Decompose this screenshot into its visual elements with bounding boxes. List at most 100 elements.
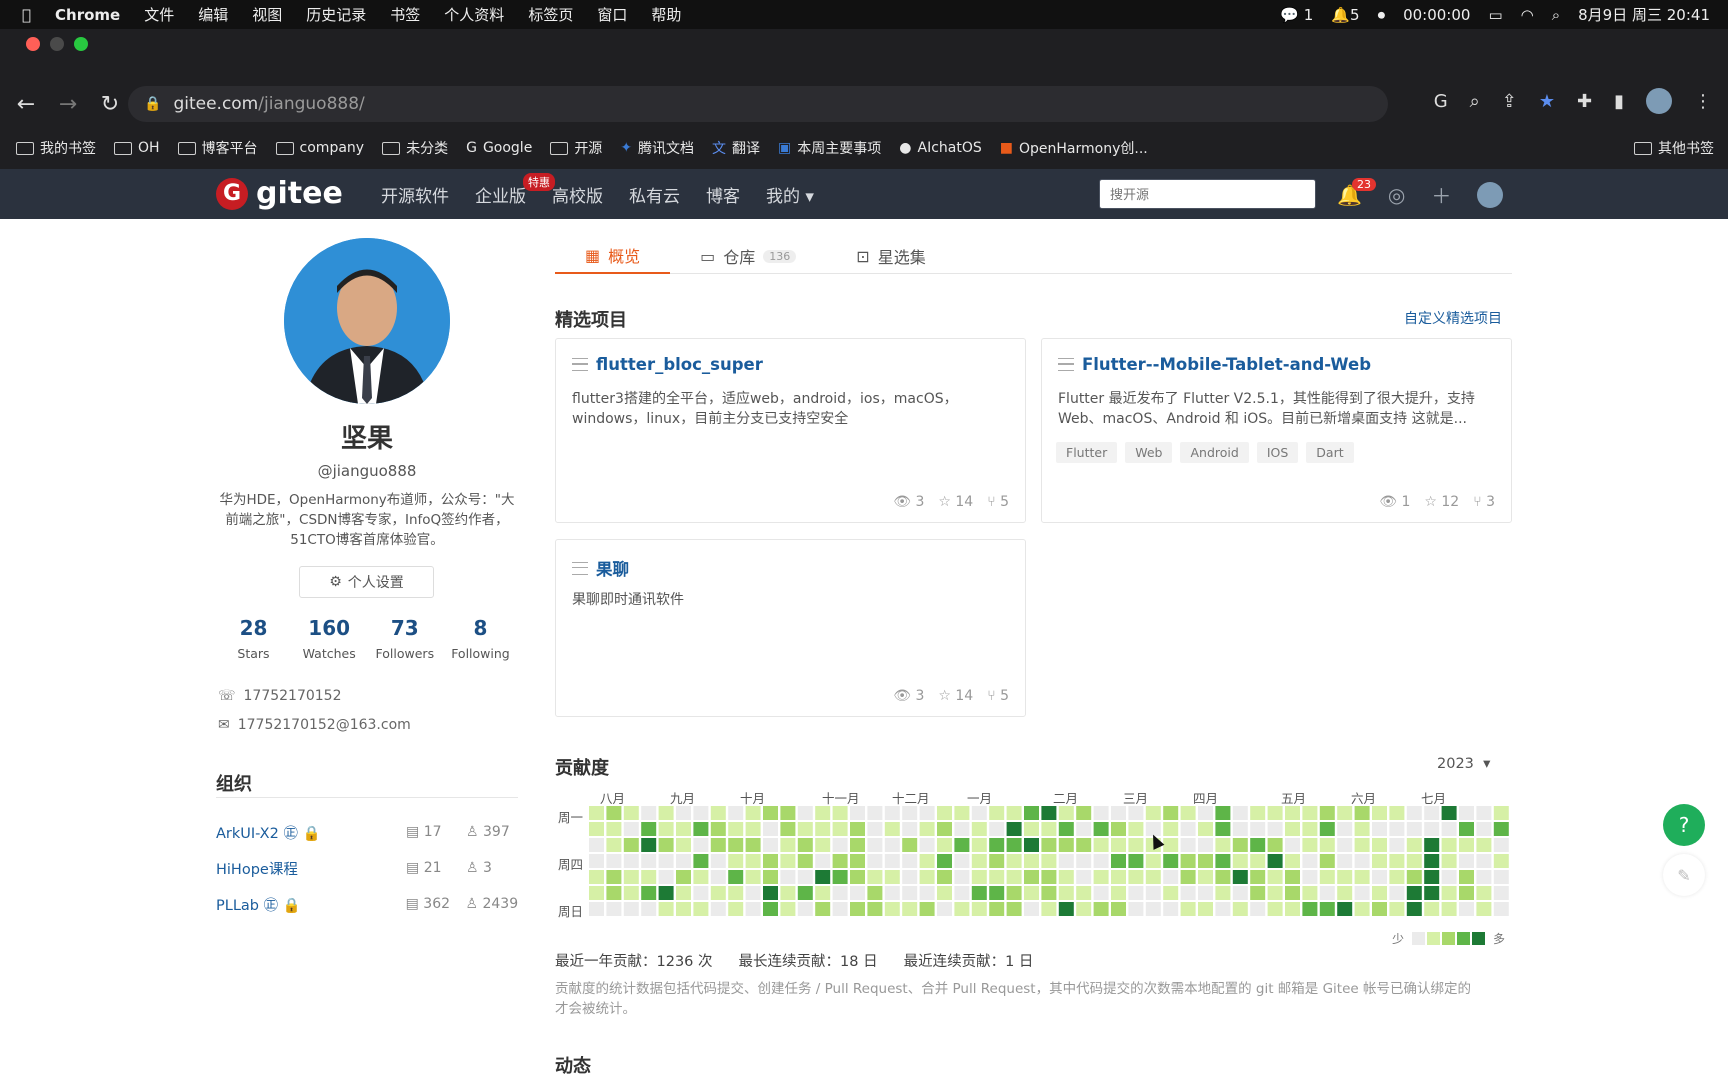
heatmap-cell[interactable] xyxy=(1250,822,1266,836)
heatmap-cell[interactable] xyxy=(1006,902,1022,916)
heatmap-cell[interactable] xyxy=(1302,870,1318,884)
heatmap-cell[interactable] xyxy=(763,822,778,836)
heatmap-cell[interactable] xyxy=(1163,870,1179,884)
heatmap-cell[interactable] xyxy=(1441,822,1457,836)
heatmap-cell[interactable] xyxy=(1319,870,1335,884)
gitee-logo[interactable]: Ggitee xyxy=(216,176,343,211)
heatmap-cell[interactable] xyxy=(937,886,952,900)
nav-mine[interactable]: 我的 ▾ xyxy=(766,182,814,207)
nav-enterprise[interactable]: 企业版 xyxy=(475,182,526,207)
forward-arrow-icon[interactable]: → xyxy=(52,92,84,117)
heatmap-cell[interactable] xyxy=(1372,870,1387,884)
menu-edit[interactable]: 编辑 xyxy=(198,4,228,25)
heatmap-cell[interactable] xyxy=(1372,806,1387,820)
heatmap-cell[interactable] xyxy=(989,854,1005,868)
heatmap-cell[interactable] xyxy=(693,870,709,884)
extensions-puzzle-icon[interactable]: ✚ xyxy=(1577,91,1592,112)
heatmap-cell[interactable] xyxy=(1354,886,1370,900)
heatmap-cell[interactable] xyxy=(815,806,831,820)
heatmap-cell[interactable] xyxy=(676,886,691,900)
bookmark-item[interactable]: 未分类 xyxy=(382,138,448,158)
heatmap-cell[interactable] xyxy=(658,886,674,900)
heatmap-cell[interactable] xyxy=(1389,854,1405,868)
heatmap-cell[interactable] xyxy=(1250,854,1266,868)
heatmap-cell[interactable] xyxy=(919,886,935,900)
heatmap-cell[interactable] xyxy=(971,886,987,900)
heatmap-cell[interactable] xyxy=(710,822,726,836)
heatmap-cell[interactable] xyxy=(867,838,883,852)
heatmap-cell[interactable] xyxy=(745,886,761,900)
heatmap-cell[interactable] xyxy=(1302,854,1318,868)
heatmap-cell[interactable] xyxy=(710,838,726,852)
heatmap-cell[interactable] xyxy=(728,886,744,900)
heatmap-cell[interactable] xyxy=(1372,822,1387,836)
heatmap-cell[interactable] xyxy=(1058,806,1074,820)
side-panel-icon[interactable]: ▮ xyxy=(1614,91,1624,112)
heatmap-cell[interactable] xyxy=(1006,838,1022,852)
heatmap-cell[interactable] xyxy=(1354,822,1370,836)
heatmap-cell[interactable] xyxy=(1145,854,1161,868)
heatmap-cell[interactable] xyxy=(902,870,918,884)
bookmark-item[interactable]: G Google xyxy=(466,140,532,156)
heatmap-cell[interactable] xyxy=(658,838,674,852)
heatmap-cell[interactable] xyxy=(1128,822,1144,836)
heatmap-cell[interactable] xyxy=(641,806,657,820)
heatmap-cell[interactable] xyxy=(832,838,848,852)
heatmap-cell[interactable] xyxy=(1250,806,1266,820)
heatmap-cell[interactable] xyxy=(1389,838,1405,852)
notification-bell-icon[interactable]: 🔔5 xyxy=(1331,6,1359,24)
heatmap-cell[interactable] xyxy=(623,886,639,900)
heatmap-cell[interactable] xyxy=(641,838,657,852)
heatmap-cell[interactable] xyxy=(1041,886,1057,900)
heatmap-cell[interactable] xyxy=(867,870,883,884)
heatmap-cell[interactable] xyxy=(1476,806,1492,820)
heatmap-cell[interactable] xyxy=(884,854,900,868)
nav-open-source[interactable]: 开源软件 xyxy=(381,182,449,207)
heatmap-cell[interactable] xyxy=(884,870,900,884)
heatmap-cell[interactable] xyxy=(623,822,639,836)
heatmap-cell[interactable] xyxy=(919,806,935,820)
back-arrow-icon[interactable]: ← xyxy=(10,92,42,117)
heatmap-cell[interactable] xyxy=(1285,838,1300,852)
heatmap-cell[interactable] xyxy=(1285,822,1300,836)
zoom-icon[interactable]: ⌕ xyxy=(1470,91,1480,112)
menu-view[interactable]: 视图 xyxy=(252,4,282,25)
heatmap-cell[interactable] xyxy=(676,806,691,820)
heatmap-cell[interactable] xyxy=(1215,902,1231,916)
heatmap-cell[interactable] xyxy=(937,902,952,916)
heatmap-cell[interactable] xyxy=(937,806,952,820)
heatmap-cell[interactable] xyxy=(832,806,848,820)
heatmap-cell[interactable] xyxy=(971,822,987,836)
heatmap-cell[interactable] xyxy=(1459,854,1474,868)
heatmap-cell[interactable] xyxy=(693,854,709,868)
heatmap-cell[interactable] xyxy=(1093,902,1109,916)
heatmap-cell[interactable] xyxy=(1093,838,1109,852)
menu-file[interactable]: 文件 xyxy=(144,4,174,25)
heatmap-cell[interactable] xyxy=(1093,886,1109,900)
heatmap-cell[interactable] xyxy=(728,870,744,884)
bookmark-item[interactable]: 文翻译 xyxy=(712,138,760,158)
heatmap-cell[interactable] xyxy=(1128,886,1144,900)
heatmap-cell[interactable] xyxy=(1493,838,1509,852)
heatmap-cell[interactable] xyxy=(763,902,778,916)
heatmap-cell[interactable] xyxy=(1319,902,1335,916)
address-bar[interactable]: 🔒 gitee.com/jianguo888/ xyxy=(128,86,1388,122)
heatmap-cell[interactable] xyxy=(1024,870,1039,884)
heatmap-cell[interactable] xyxy=(1058,902,1074,916)
heatmap-cell[interactable] xyxy=(1406,838,1422,852)
heatmap-cell[interactable] xyxy=(1111,822,1126,836)
tab-repositories[interactable]: ▭ 仓库 136 xyxy=(670,238,826,274)
heatmap-cell[interactable] xyxy=(1319,806,1335,820)
heatmap-cell[interactable] xyxy=(763,886,778,900)
heatmap-cell[interactable] xyxy=(745,806,761,820)
heatmap-cell[interactable] xyxy=(1493,822,1509,836)
heatmap-cell[interactable] xyxy=(1145,902,1161,916)
heatmap-cell[interactable] xyxy=(745,902,761,916)
heatmap-cell[interactable] xyxy=(1424,870,1440,884)
heatmap-cell[interactable] xyxy=(1476,838,1492,852)
heatmap-cell[interactable] xyxy=(1076,870,1092,884)
heatmap-cell[interactable] xyxy=(937,854,952,868)
heatmap-cell[interactable] xyxy=(1389,822,1405,836)
heatmap-cell[interactable] xyxy=(641,902,657,916)
heatmap-cell[interactable] xyxy=(658,854,674,868)
